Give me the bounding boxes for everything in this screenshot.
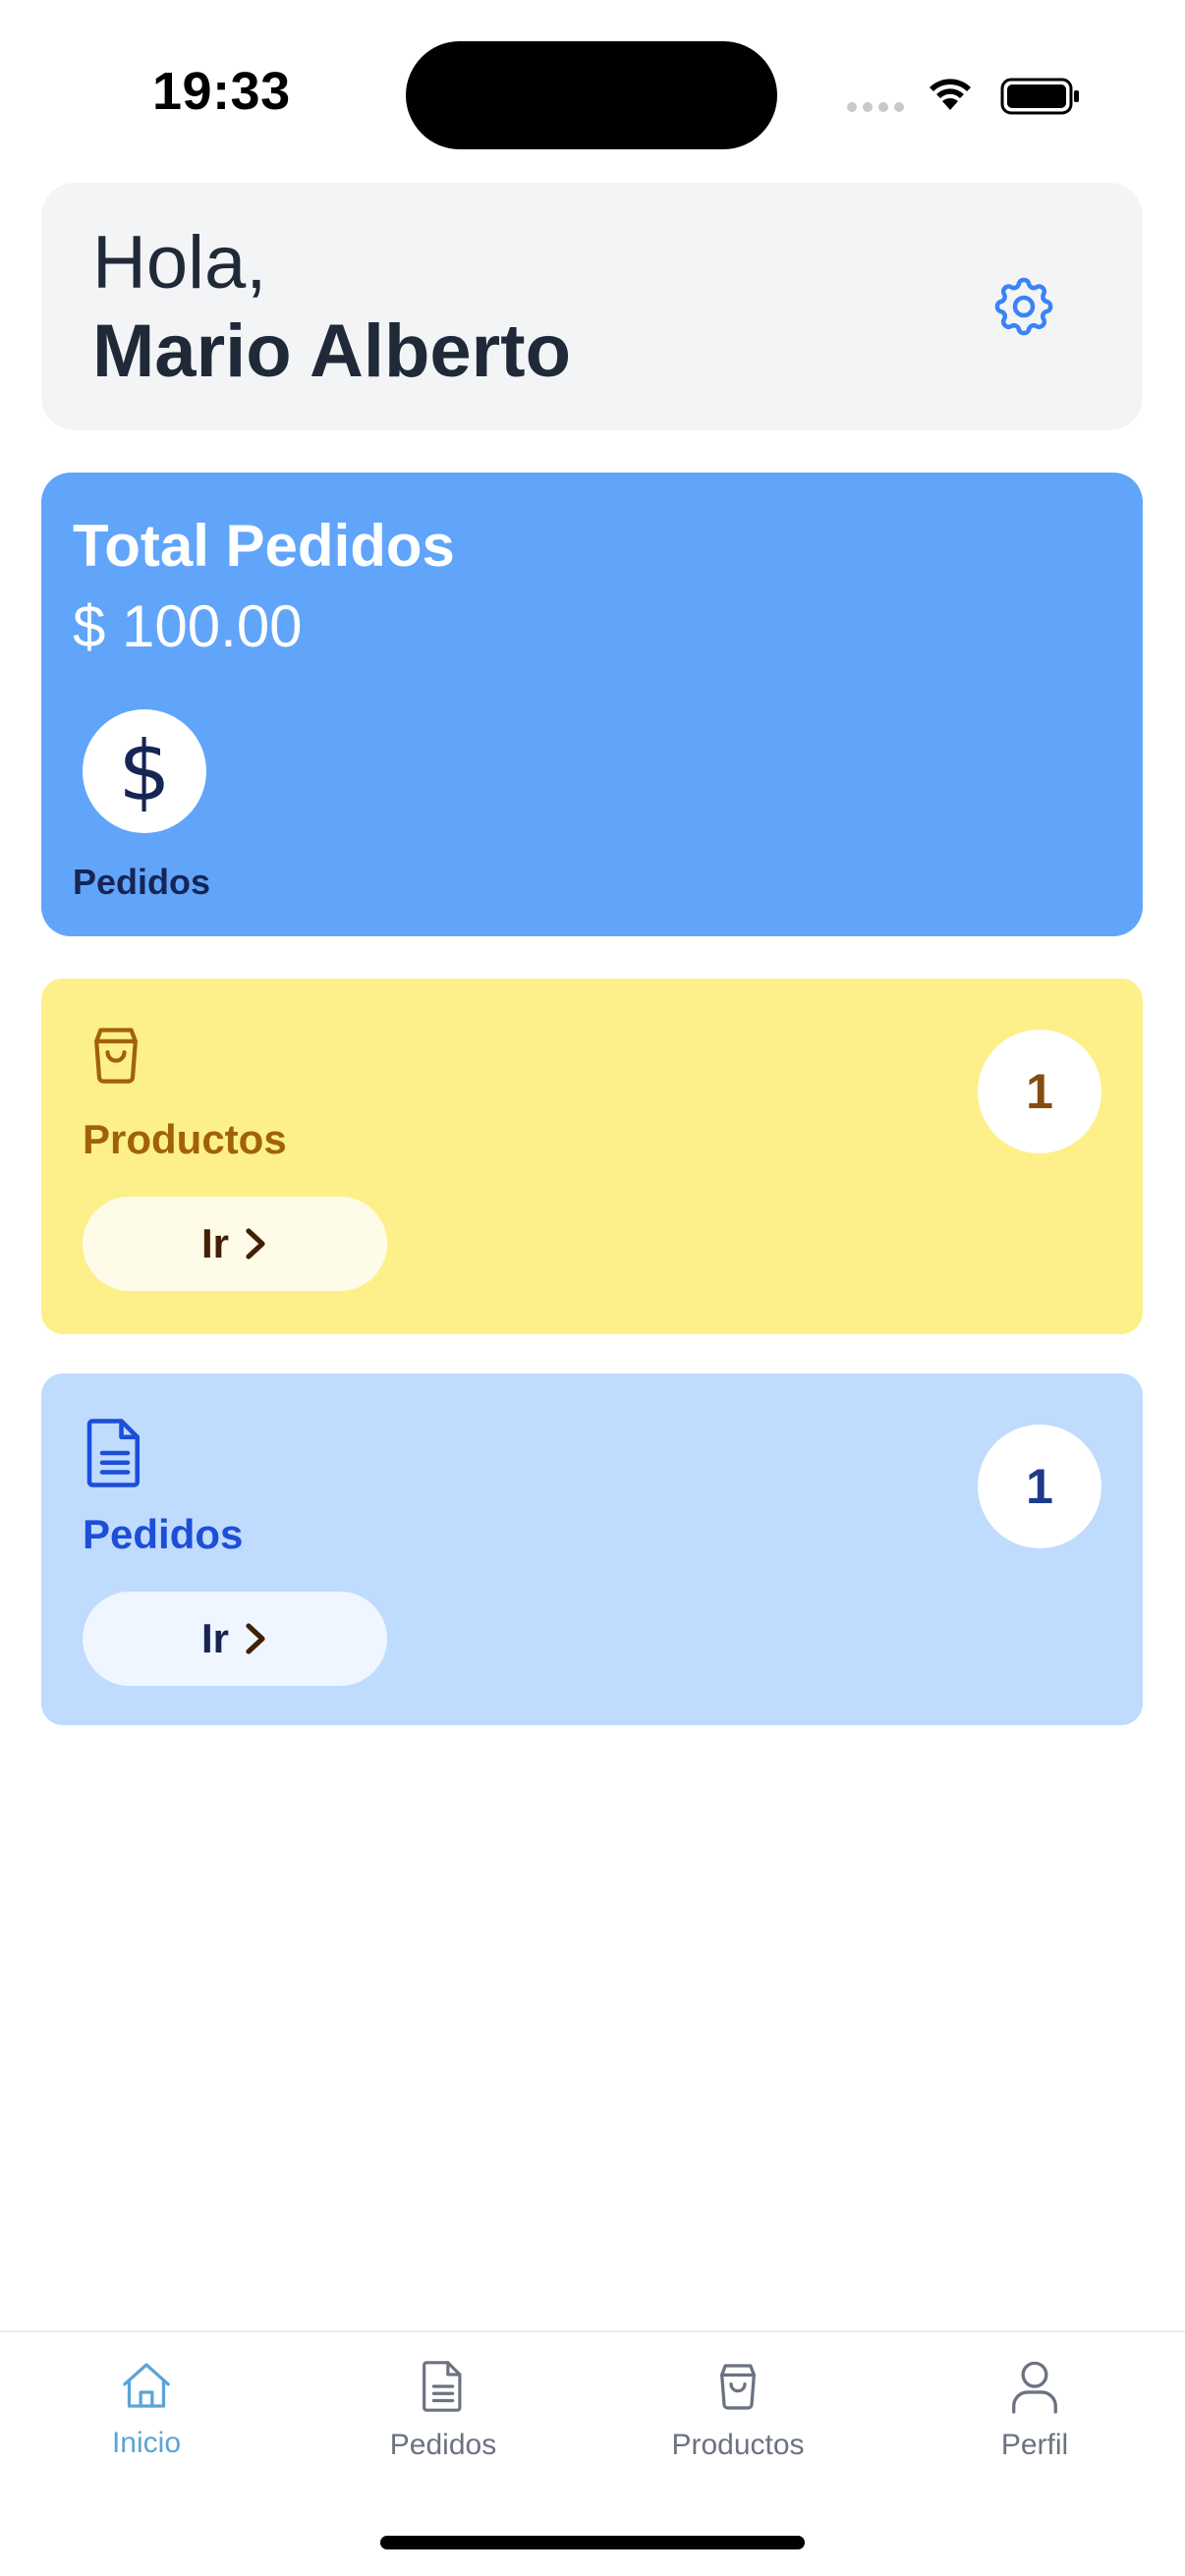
tab-label: Inicio	[111, 2427, 182, 2459]
total-orders-label: Pedidos	[73, 862, 211, 902]
products-count-badge: 1	[978, 1030, 1101, 1153]
status-time: 19:33	[152, 62, 291, 121]
orders-count-badge: 1	[978, 1425, 1101, 1548]
shopping-bag-icon	[83, 1020, 149, 1095]
document-icon	[83, 1415, 147, 1496]
tab-label: Pedidos	[389, 2429, 497, 2461]
orders-go-button[interactable]: Ir	[83, 1592, 387, 1686]
orders-go-label: Ir	[200, 1615, 229, 1661]
tab-pedidos[interactable]: Pedidos	[335, 2358, 551, 2495]
tab-label: Productos	[671, 2429, 805, 2461]
chevron-right-icon	[246, 1623, 265, 1654]
products-go-label: Ir	[200, 1220, 229, 1266]
home-icon	[123, 2363, 170, 2408]
tab-inicio[interactable]: Inicio	[38, 2358, 254, 2495]
status-bar: 19:33	[0, 0, 1185, 187]
chevron-right-icon	[246, 1228, 265, 1260]
user-name: Mario Alberto	[92, 309, 571, 393]
gear-icon	[994, 277, 1053, 336]
tab-productos[interactable]: Productos	[630, 2358, 846, 2495]
products-title: Productos	[83, 1116, 287, 1162]
document-icon	[423, 2361, 462, 2412]
products-card: Productos 1 Ir	[41, 979, 1143, 1334]
orders-title: Pedidos	[83, 1511, 244, 1557]
tab-label: Perfil	[1000, 2429, 1069, 2461]
settings-button[interactable]	[985, 267, 1063, 346]
tab-perfil[interactable]: Perfil	[927, 2358, 1143, 2495]
total-orders-card: Total Pedidos $ 100.00 $ Pedidos	[41, 473, 1143, 936]
total-orders-title: Total Pedidos	[73, 513, 455, 579]
greeting-hello: Hola,	[92, 221, 267, 305]
home-indicator	[380, 2536, 805, 2549]
dollar-icon: $	[83, 709, 206, 833]
battery-icon	[1000, 77, 1081, 121]
dynamic-island	[406, 41, 777, 149]
cellular-signal-icon	[847, 102, 904, 112]
products-go-button[interactable]: Ir	[83, 1197, 387, 1291]
shopping-bag-icon	[720, 2364, 756, 2410]
greeting-card: Hola, Mario Alberto	[41, 183, 1143, 430]
wifi-icon	[925, 73, 976, 117]
orders-card: Pedidos 1 Ir	[41, 1373, 1143, 1725]
dollar-glyph: $	[118, 723, 171, 819]
user-icon	[1012, 2361, 1057, 2414]
total-orders-amount: $ 100.00	[73, 593, 303, 659]
